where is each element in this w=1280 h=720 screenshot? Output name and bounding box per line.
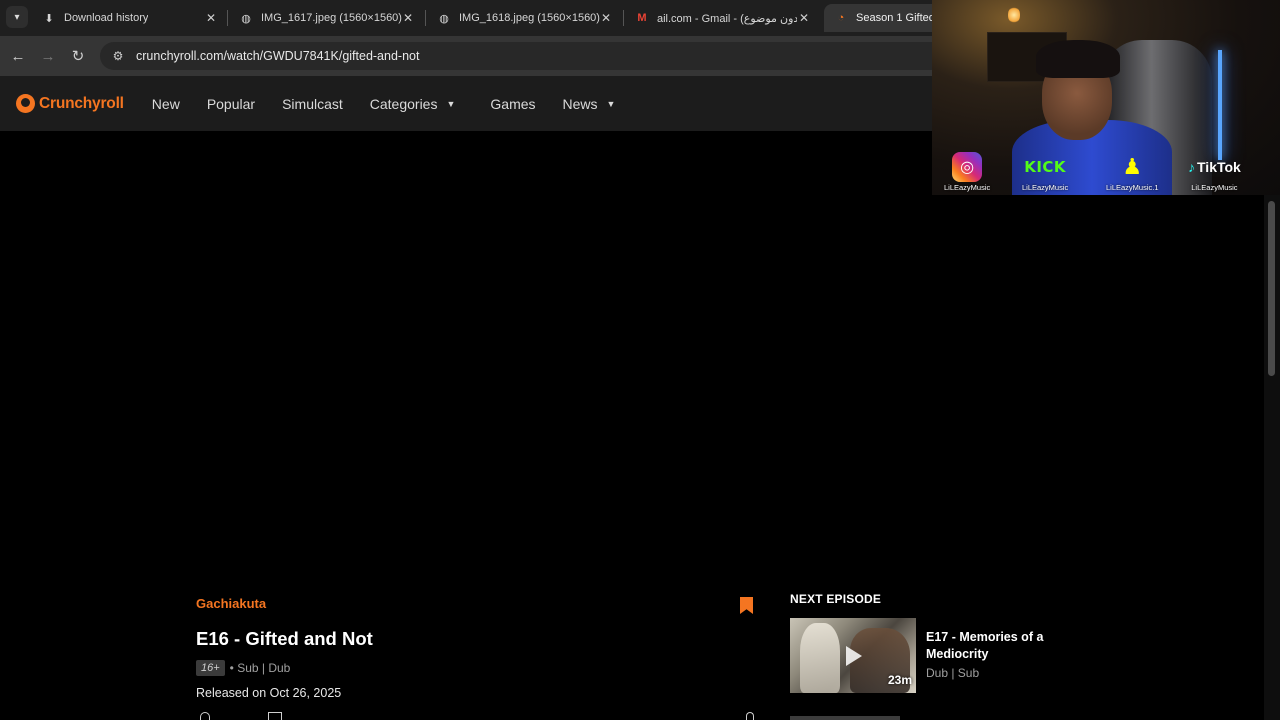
episode-actions [196,712,756,720]
nav-label: New [151,95,180,112]
tiktok-note-icon: ♪ [1188,159,1195,175]
maturity-rating-badge: 16+ [196,660,225,676]
episode-meta: 16+ • Sub | Dub [196,660,290,676]
comment-icon[interactable] [268,712,282,720]
lamp-light [1008,6,1020,24]
close-icon[interactable]: ✕ [403,11,413,25]
social-instagram: ◎ LiLEazyMusic [944,152,990,192]
tiktok-wordmark: TikTok [1197,159,1241,175]
nav-label: Categories [369,95,438,112]
crunchyroll-icon: ◔ [837,12,845,24]
nav-label: Popular [206,95,256,112]
tab-separator [425,10,426,26]
tab-search-button[interactable]: ▾ [6,6,28,28]
social-handle: LiLEazyMusic [1191,183,1238,192]
social-snapchat: ♟ LiLEazyMusic.1 [1106,152,1159,192]
tab-download-history[interactable]: ⬇ Download history ✕ [32,4,226,32]
more-options-icon[interactable] [746,712,754,720]
nav-categories[interactable]: Categories ▼ [370,96,456,112]
episode-duration: 23m [887,673,912,687]
nav-games[interactable]: Games [490,96,535,112]
nav-label: Games [490,95,536,112]
nav-simulcast[interactable]: Simulcast [282,96,343,112]
video-player[interactable] [0,131,1264,583]
reload-icon: ↻ [71,48,85,65]
back-button[interactable]: ← [8,46,28,66]
tab-title: IMG_1617.jpeg (1560×1560) [261,12,402,24]
social-handle: LiLEazyMusic [1022,183,1069,192]
tiktok-icon: ♪ TikTok [1188,152,1241,182]
social-handle: LiLEazyMusic.1 [1106,183,1159,192]
page-scrollbar[interactable] [1264,195,1280,720]
kick-icon: KICK [1024,158,1067,176]
arrow-left-icon: ← [10,47,26,65]
episode-title: E16 - Gifted and Not [196,628,373,649]
nav-popular[interactable]: Popular [207,96,255,112]
snapchat-icon: ♟ [1122,154,1143,179]
next-episode-audio: Dub | Sub [926,666,980,680]
nav-new[interactable]: New [152,96,180,112]
series-link[interactable]: Gachiakuta [196,596,266,611]
crunchyroll-logo-icon [16,94,35,113]
tab-title: ail.com - Gmail - (بدون موضوع) [657,12,797,25]
download-icon: ⬇ [44,12,54,25]
tab-separator [227,10,228,26]
close-icon[interactable]: ✕ [206,11,216,25]
nav-label: News [562,95,598,112]
audio-info: • Sub | Dub [229,661,291,675]
tab-title: IMG_1618.jpeg (1560×1560) [459,12,600,24]
scrollbar-thumb[interactable] [1268,201,1275,376]
tab-separator [623,10,624,26]
social-kick: KICK LiLEazyMusic [1022,152,1068,192]
url-text[interactable]: crunchyroll.com/watch/GWDU7841K/gifted-a… [136,49,419,63]
next-episode-title[interactable]: E17 - Memories of a Mediocrity [926,629,1056,663]
webcam-overlay: ◎ LiLEazyMusic KICK LiLEazyMusic ♟ LiLEa… [932,0,1280,195]
site-info-icon[interactable]: ⚙ [106,46,130,66]
nav-label: Simulcast [282,95,343,112]
streamer-hair [1036,40,1120,78]
gmail-icon: M [637,12,647,24]
tab-gmail[interactable]: M ail.com - Gmail - (بدون موضوع) ✕ [625,4,819,32]
close-icon[interactable]: ✕ [799,11,809,25]
arrow-right-icon: → [40,47,56,65]
next-episode-heading: NEXT EPISODE [790,592,882,606]
nav-news[interactable]: News ▼ [563,96,616,112]
globe-icon: ◍ [241,12,251,25]
crunchyroll-logo[interactable]: Crunchyroll [16,94,124,113]
like-icon[interactable] [200,712,210,720]
tab-img-1617[interactable]: ◍ IMG_1617.jpeg (1560×1560) ✕ [229,4,423,32]
social-handle: LiLEazyMusic [944,183,991,192]
bookmark-icon[interactable] [740,597,753,614]
main-nav: New Popular Simulcast Categories ▼ Games … [152,96,643,112]
thumbnail-character [800,623,840,693]
release-date: Released on Oct 26, 2025 [196,686,342,700]
logo-text: Crunchyroll [39,94,124,112]
play-icon [846,646,862,666]
social-tiktok: ♪ TikTok LiLEazyMusic [1188,152,1241,192]
globe-icon: ◍ [439,12,449,25]
chevron-down-icon: ▾ [14,11,20,23]
instagram-icon: ◎ [952,152,983,182]
caret-down-icon: ▼ [446,98,456,109]
reload-button[interactable]: ↻ [68,46,88,66]
section-heading-cutoff [790,716,900,720]
tab-img-1618[interactable]: ◍ IMG_1618.jpeg (1560×1560) ✕ [427,4,621,32]
next-episode-thumbnail[interactable]: 23m [790,618,916,693]
neon-light [1218,50,1222,160]
tab-title: Download history [64,12,149,24]
close-icon[interactable]: ✕ [601,11,611,25]
caret-down-icon: ▼ [606,98,616,109]
forward-button[interactable]: → [38,46,58,66]
